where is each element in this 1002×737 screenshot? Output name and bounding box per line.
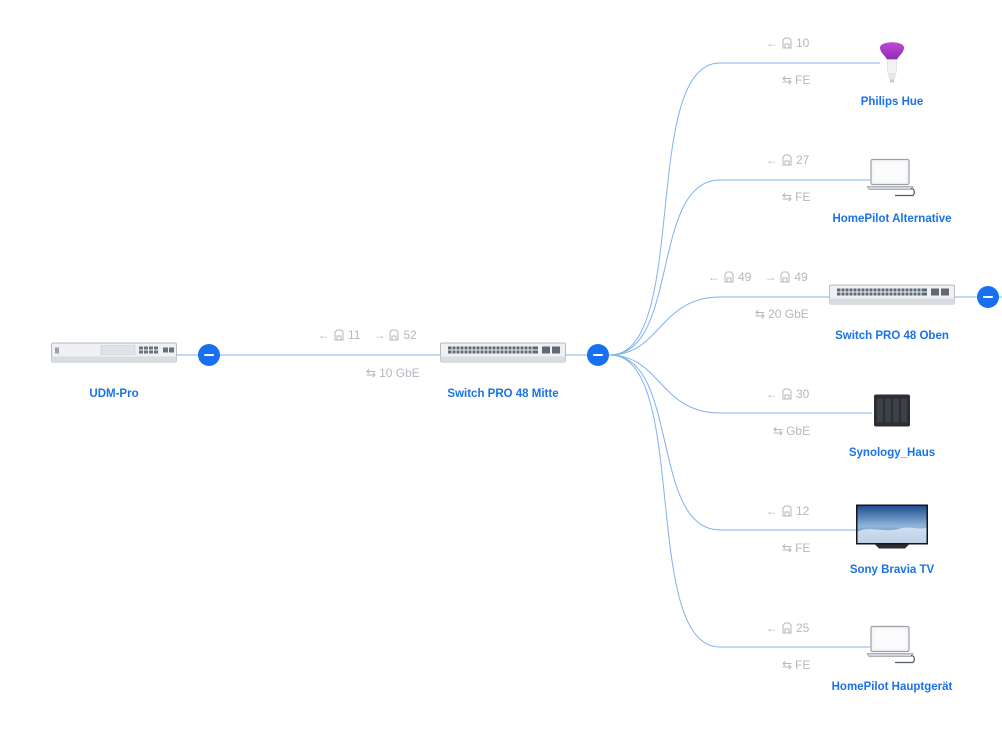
arrow-left-icon: ← (708, 270, 720, 284)
speed-info-udm-to-mitte: ⇆ 10 GbE (366, 366, 420, 380)
speed-info-switch-oben: ⇆ 20 GbE (755, 307, 809, 321)
link-speed: FE (795, 73, 811, 87)
collapse-switch-oben-button[interactable] (977, 286, 999, 308)
port-icon (724, 271, 734, 283)
link-to-sony-tv (609, 354, 856, 531)
arrow-left-icon: ← (766, 621, 778, 635)
topology-canvas: UDM-Pro Switch PRO 48 Mitte ← 11 → 52 ⇆ (0, 0, 1002, 737)
link-speed-icon: ⇆ (366, 366, 377, 380)
port-number: 52 (403, 328, 417, 342)
port-info-switch-oben: ← 49 → 49 (708, 270, 808, 284)
port-number: 49 (794, 270, 808, 284)
node-label-philips-hue[interactable]: Philips Hue (861, 96, 924, 108)
port-number: 30 (796, 387, 810, 401)
port-icon (780, 271, 790, 283)
link-speed: FE (795, 658, 811, 672)
tv-icon[interactable] (855, 504, 929, 557)
link-speed: GbE (786, 424, 811, 438)
link-to-homepilot-alternative (609, 179, 870, 356)
arrow-left-icon: ← (318, 328, 330, 342)
arrow-left-icon: ← (766, 387, 778, 401)
port-number: 10 (796, 36, 810, 50)
node-label-sony-bravia-tv[interactable]: Sony Bravia TV (850, 564, 934, 576)
link-to-philips-hue (609, 62, 880, 356)
nas-icon[interactable] (872, 394, 912, 433)
port-icon (782, 388, 792, 400)
node-label-homepilot-alternative[interactable]: HomePilot Alternative (832, 213, 951, 225)
arrow-left-icon: ← (766, 36, 778, 50)
link-speed-icon: ⇆ (782, 73, 793, 87)
link-speed-icon: ⇆ (782, 541, 793, 555)
port-number: 49 (738, 270, 752, 284)
arrow-right-icon: → (373, 328, 386, 342)
port-number: 11 (348, 328, 361, 342)
link-speed: FE (795, 190, 811, 204)
link-speed-icon: ⇆ (782, 658, 793, 672)
laptop-icon[interactable] (866, 625, 917, 670)
smart-bulb-icon[interactable] (877, 38, 907, 89)
arrow-left-icon: ← (766, 153, 778, 167)
link-speed: FE (795, 541, 811, 555)
port-info-udm-to-mitte: ← 11 → 52 (318, 328, 417, 342)
arrow-left-icon: ← (766, 504, 778, 518)
node-label-switch-pro-48-mitte[interactable]: Switch PRO 48 Mitte (447, 388, 558, 400)
link-speed: 20 GbE (768, 307, 809, 321)
speed-info-homepilot-main: ⇆ FE (782, 658, 810, 672)
topology-links (175, 62, 1002, 648)
port-info-sony-tv: ← 12 (766, 504, 809, 518)
port-icon (782, 154, 792, 166)
port-icon (782, 622, 792, 634)
port-icon (782, 505, 792, 517)
speed-info-sony-tv: ⇆ FE (782, 541, 810, 555)
port-info-philips-hue: ← 10 (766, 36, 809, 50)
link-to-homepilot-main (609, 354, 870, 648)
speed-info-homepilot-alternative: ⇆ FE (782, 190, 810, 204)
link-to-synology (609, 354, 872, 414)
port-icon (334, 329, 344, 341)
port-number: 12 (796, 504, 810, 518)
laptop-icon[interactable] (866, 158, 917, 203)
link-speed-icon: ⇆ (782, 190, 793, 204)
collapse-udm-pro-button[interactable] (198, 344, 220, 366)
link-speed-icon: ⇆ (773, 424, 784, 438)
link-speed-icon: ⇆ (755, 307, 766, 321)
collapse-switch-mitte-button[interactable] (587, 344, 609, 366)
link-speed: 10 GbE (379, 366, 420, 380)
arrow-right-icon: → (764, 270, 777, 284)
node-label-homepilot-hauptgeraet[interactable]: HomePilot Hauptgerät (832, 681, 953, 693)
rack-gateway-icon[interactable] (51, 342, 177, 368)
switch-48-icon[interactable] (440, 342, 566, 368)
port-info-homepilot-main: ← 25 (766, 621, 809, 635)
node-label-synology-haus[interactable]: Synology_Haus (849, 447, 935, 459)
speed-info-philips-hue: ⇆ FE (782, 73, 810, 87)
port-icon (782, 37, 792, 49)
port-info-synology: ← 30 (766, 387, 809, 401)
node-label-udm-pro[interactable]: UDM-Pro (89, 388, 138, 400)
node-label-switch-pro-48-oben[interactable]: Switch PRO 48 Oben (835, 330, 949, 342)
port-number: 25 (796, 621, 810, 635)
port-info-homepilot-alternative: ← 27 (766, 153, 809, 167)
port-number: 27 (796, 153, 810, 167)
port-icon (389, 329, 399, 341)
switch-48-icon[interactable] (829, 284, 955, 310)
speed-info-synology: ⇆ GbE (773, 424, 810, 438)
